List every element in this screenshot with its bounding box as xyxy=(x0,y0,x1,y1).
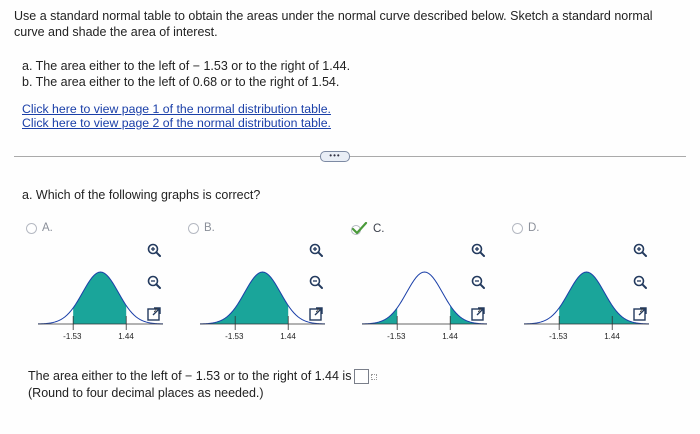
option-c-label: C. xyxy=(373,223,385,235)
answer-box-indicator xyxy=(371,373,378,380)
normal-curve-graph-c: -1.53 1.44 z xyxy=(362,252,487,342)
radio-icon[interactable] xyxy=(188,222,199,234)
option-a-label: A. xyxy=(42,222,53,234)
answer-prompt: The area either to the left of − 1.53 or… xyxy=(28,369,352,383)
tick-label-left: -1.53 xyxy=(63,332,82,341)
axis-variable-label: z xyxy=(478,307,482,314)
option-b-label: B. xyxy=(204,222,215,234)
divider xyxy=(14,156,686,157)
checkmark-icon xyxy=(350,221,368,236)
option-b[interactable]: B. -1.53 1.44 z xyxy=(180,222,340,347)
radio-icon[interactable] xyxy=(26,222,37,234)
tick-label-left: -1.53 xyxy=(225,332,244,341)
normal-curve-graph-b: -1.53 1.44 z xyxy=(200,252,325,342)
option-a-selector[interactable]: A. xyxy=(26,222,53,234)
option-b-selector[interactable]: B. xyxy=(188,222,215,234)
tick-label-right: 1.44 xyxy=(118,332,134,341)
tick-label-right: 1.44 xyxy=(604,332,620,341)
normal-table-page2-link[interactable]: Click here to view page 2 of the normal … xyxy=(22,116,331,130)
shaded-area-middle xyxy=(73,272,127,324)
part-b-text: b. The area either to the left of 0.68 o… xyxy=(22,75,340,89)
normal-curve-graph-d: -1.53 1.44 z xyxy=(524,252,649,342)
option-d-label: D. xyxy=(528,222,540,234)
tick-label-left: -1.53 xyxy=(387,332,406,341)
axis-variable-label: z xyxy=(316,307,320,314)
sub-question: a. Which of the following graphs is corr… xyxy=(22,188,261,202)
tick-label-right: 1.44 xyxy=(280,332,296,341)
shaded-area-left-of-1.44 xyxy=(200,272,289,324)
radio-icon[interactable] xyxy=(512,222,523,234)
normal-table-page1-link[interactable]: Click here to view page 1 of the normal … xyxy=(22,102,331,116)
question-parts: a. The area either to the left of − 1.53… xyxy=(22,58,350,90)
shaded-area-right-of-minus-1.53 xyxy=(559,272,649,324)
tick-label-left: -1.53 xyxy=(549,332,568,341)
answer-area: The area either to the left of − 1.53 or… xyxy=(28,368,378,402)
answer-input[interactable] xyxy=(354,369,370,385)
question-intro: Use a standard normal table to obtain th… xyxy=(14,9,653,39)
option-c[interactable]: C. -1.53 1.44 z xyxy=(342,221,502,347)
option-c-selector[interactable]: C. xyxy=(350,221,385,236)
expand-more-button[interactable]: ••• xyxy=(320,151,350,162)
table-links: Click here to view page 1 of the normal … xyxy=(22,102,331,130)
normal-curve xyxy=(362,271,487,325)
axis-variable-label: z xyxy=(640,307,644,314)
axis-variable-label: z xyxy=(154,307,158,314)
tick-label-right: 1.44 xyxy=(442,332,458,341)
option-d[interactable]: D. -1.53 1.44 z xyxy=(504,222,664,347)
option-a[interactable]: A. -1.53 1.44 z xyxy=(18,222,178,347)
normal-curve-graph-a: -1.53 1.44 z xyxy=(38,252,163,342)
page: Use a standard normal table to obtain th… xyxy=(0,0,700,434)
option-d-selector[interactable]: D. xyxy=(512,222,540,234)
part-a-text: a. The area either to the left of − 1.53… xyxy=(22,59,351,73)
answer-note: (Round to four decimal places as needed.… xyxy=(28,386,264,400)
